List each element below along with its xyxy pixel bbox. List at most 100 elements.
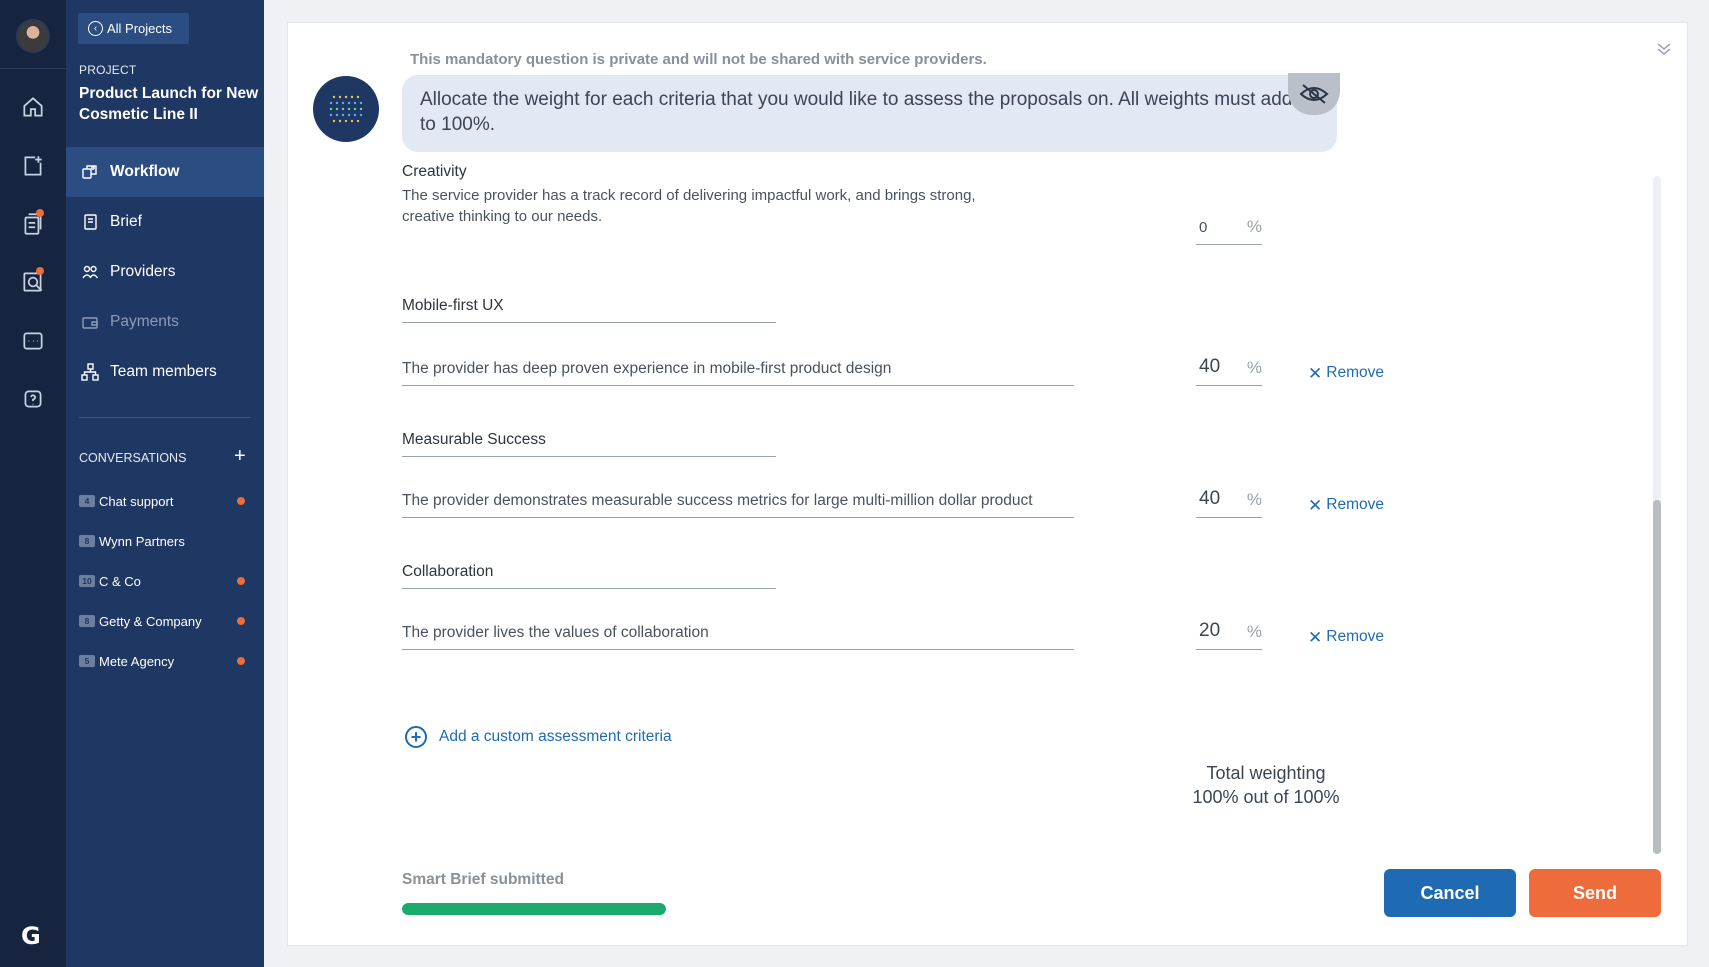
message-count-badge: 10 bbox=[79, 575, 95, 587]
question-card: This mandatory question is private and w… bbox=[287, 22, 1688, 946]
criteria-title-input[interactable]: Mobile-first UX bbox=[402, 289, 776, 323]
brief-progress-bar bbox=[402, 903, 666, 915]
total-weighting-value: 100% out of 100% bbox=[1192, 787, 1340, 807]
payments-icon bbox=[80, 312, 100, 332]
sidebar-divider bbox=[79, 417, 251, 418]
nav-label-team-members: Team members bbox=[110, 363, 217, 380]
brand-logo[interactable]: G bbox=[21, 924, 45, 948]
documents-notification-dot bbox=[36, 209, 44, 217]
user-avatar[interactable] bbox=[16, 19, 50, 53]
all-projects-button[interactable]: ‹ All Projects bbox=[78, 13, 189, 44]
unread-dot bbox=[237, 657, 245, 665]
new-project-icon[interactable] bbox=[20, 153, 46, 179]
weight-value: 0 bbox=[1199, 219, 1208, 236]
criteria-description-input[interactable]: The provider has deep proven experience … bbox=[402, 354, 1074, 386]
criteria-title: Creativity bbox=[402, 163, 467, 180]
unread-dot bbox=[237, 577, 245, 585]
providers-icon bbox=[80, 262, 100, 282]
weight-input[interactable]: 20 % bbox=[1196, 618, 1262, 650]
remove-criteria-button[interactable]: ✕ Remove bbox=[1308, 628, 1384, 646]
question-bubble: Allocate the weight for each criteria th… bbox=[402, 75, 1337, 152]
project-label: PROJECT bbox=[79, 63, 137, 77]
nav-item-brief[interactable]: Brief bbox=[66, 197, 264, 247]
back-arrow-icon: ‹ bbox=[88, 21, 103, 36]
send-button[interactable]: Send bbox=[1529, 869, 1661, 917]
weight-value: 20 bbox=[1199, 620, 1221, 641]
nav-label-payments: Payments bbox=[110, 313, 179, 330]
weight-input[interactable]: 40 % bbox=[1196, 354, 1262, 386]
search-notification-dot bbox=[36, 267, 44, 275]
close-icon: ✕ bbox=[1308, 363, 1323, 383]
weight-input[interactable]: 40 % bbox=[1196, 486, 1262, 518]
remove-criteria-button[interactable]: ✕ Remove bbox=[1308, 364, 1384, 382]
conversation-item[interactable]: 4 Chat support bbox=[79, 481, 259, 521]
conversation-item[interactable]: 10 C & Co bbox=[79, 561, 259, 601]
team-icon bbox=[80, 362, 100, 382]
home-icon[interactable] bbox=[20, 94, 46, 120]
nav-label-workflow: Workflow bbox=[110, 163, 180, 180]
project-nav: Workflow Brief Providers Payments Team m… bbox=[66, 147, 264, 397]
scrollbar-thumb[interactable] bbox=[1653, 500, 1661, 854]
cancel-button[interactable]: Cancel bbox=[1384, 869, 1516, 917]
criteria-description-input[interactable]: The provider lives the values of collabo… bbox=[402, 618, 1074, 650]
assistant-avatar bbox=[313, 76, 379, 142]
remove-label: Remove bbox=[1326, 496, 1384, 513]
remove-criteria-button[interactable]: ✕ Remove bbox=[1308, 496, 1384, 514]
remove-label: Remove bbox=[1326, 364, 1384, 381]
brief-status-text: Smart Brief submitted bbox=[402, 871, 564, 888]
conversation-name: Chat support bbox=[99, 493, 174, 509]
hidden-eye-icon bbox=[1288, 73, 1340, 115]
total-weighting: Total weighting 100% out of 100% bbox=[1168, 761, 1364, 809]
close-icon: ✕ bbox=[1308, 627, 1323, 647]
nav-label-providers: Providers bbox=[110, 263, 176, 280]
conversation-name: Wynn Partners bbox=[99, 533, 185, 549]
all-projects-label: All Projects bbox=[107, 21, 173, 36]
nav-item-providers[interactable]: Providers bbox=[66, 247, 264, 297]
percent-unit: % bbox=[1246, 490, 1262, 509]
add-circle-icon: + bbox=[405, 726, 427, 748]
criteria-description: The service provider has a track record … bbox=[402, 187, 976, 225]
brief-icon bbox=[80, 212, 100, 232]
brief-progress-fill bbox=[402, 903, 666, 915]
total-weighting-label: Total weighting bbox=[1206, 763, 1326, 783]
weight-input-creativity[interactable]: 0 % bbox=[1196, 213, 1262, 245]
message-count-badge: 8 bbox=[79, 615, 95, 627]
message-count-badge: 8 bbox=[79, 535, 95, 547]
conversation-name: Mete Agency bbox=[99, 653, 175, 669]
conversations-header: CONVERSATIONS bbox=[79, 451, 187, 465]
percent-unit: % bbox=[1246, 622, 1262, 641]
weight-value: 40 bbox=[1199, 488, 1221, 509]
add-conversation-button[interactable]: + bbox=[234, 446, 246, 466]
message-count-badge: 4 bbox=[79, 495, 95, 507]
add-criteria-label: Add a custom assessment criteria bbox=[439, 728, 672, 745]
workflow-icon bbox=[80, 162, 100, 182]
add-custom-criteria-button[interactable]: + Add a custom assessment criteria bbox=[405, 726, 672, 748]
nav-item-workflow[interactable]: Workflow bbox=[66, 147, 264, 197]
scrollbar[interactable] bbox=[1653, 176, 1661, 854]
unread-dot bbox=[237, 617, 245, 625]
close-icon: ✕ bbox=[1308, 495, 1323, 515]
criteria-title-input[interactable]: Collaboration bbox=[402, 555, 776, 589]
collapse-chevron-icon[interactable] bbox=[1654, 39, 1674, 59]
private-question-note: This mandatory question is private and w… bbox=[410, 51, 987, 68]
conversation-name: C & Co bbox=[99, 573, 141, 589]
conversation-item[interactable]: 5 Mete Agency bbox=[79, 641, 259, 681]
assistant-dots-icon bbox=[329, 95, 363, 123]
unread-dot bbox=[237, 497, 245, 505]
nav-label-brief: Brief bbox=[110, 213, 142, 230]
conversation-item[interactable]: 8 Getty & Company bbox=[79, 601, 259, 641]
help-icon[interactable] bbox=[20, 386, 46, 412]
rail-divider bbox=[0, 68, 66, 69]
criteria-title-input[interactable]: Measurable Success bbox=[402, 423, 776, 457]
messages-icon[interactable] bbox=[20, 328, 46, 354]
conversation-list: 4 Chat support 8 Wynn Partners 10 C & Co… bbox=[79, 481, 259, 681]
remove-label: Remove bbox=[1326, 628, 1384, 645]
percent-unit: % bbox=[1246, 358, 1262, 377]
nav-item-payments: Payments bbox=[66, 297, 264, 347]
conversation-item[interactable]: 8 Wynn Partners bbox=[79, 521, 259, 561]
conversation-name: Getty & Company bbox=[99, 613, 202, 629]
project-title: Product Launch for New Cosmetic Line II bbox=[79, 85, 259, 123]
percent-unit: % bbox=[1246, 217, 1262, 236]
nav-item-team-members[interactable]: Team members bbox=[66, 347, 264, 397]
criteria-description-input[interactable]: The provider demonstrates measurable suc… bbox=[402, 486, 1074, 518]
